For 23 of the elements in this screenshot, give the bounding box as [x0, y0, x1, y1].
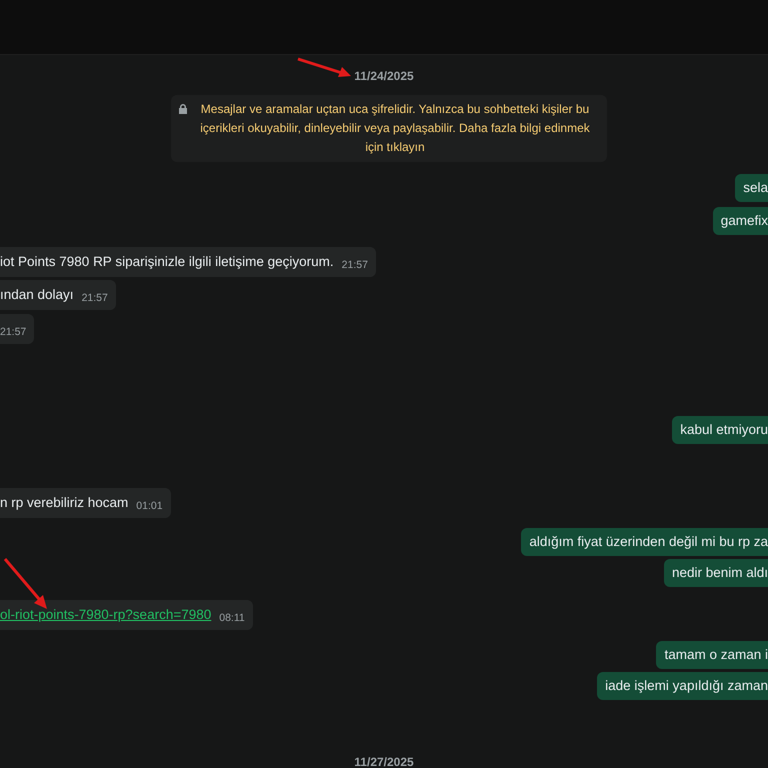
sent-message: tamam o zaman i: [656, 641, 768, 669]
sent-message: sela: [735, 174, 768, 202]
sent-message: iade işlemi yapıldığı zaman: [597, 672, 768, 700]
message-link[interactable]: ol-riot-points-7980-rp?search=7980: [0, 604, 212, 626]
sent-message: aldığım fiyat üzerinden değil mi bu rp za: [521, 528, 768, 556]
message-time: 21:57: [82, 291, 108, 306]
sent-message: kabul etmiyoru: [672, 416, 768, 444]
message-text: iot Points 7980 RP siparişinizle ilgili iletişime geçiyorum.: [0, 252, 334, 271]
notice-text: Mesajlar ve aramalar uçtan uca şifrelidir. Yalnızca bu sohbetteki kişiler bu içerikleri okuyabilir, dinleyebilir veya paylaşabilir. Daha fazla bilgi edinmek için tıklayın: [199, 101, 591, 156]
encryption-notice[interactable]: Mesajlar ve aramalar uçtan uca şifrelidir. Yalnızca bu sohbetteki kişiler bu içerikleri okuyabilir, dinleyebilir veya paylaşabilir. Daha fazla bilgi edinmek için tıklayın: [171, 95, 607, 162]
message-text: n rp verebiliriz hocam: [0, 494, 128, 512]
message-time: 21:57: [0, 325, 26, 340]
message-text: ından dolayı: [0, 286, 74, 304]
date-divider: 11/27/2025: [353, 754, 415, 768]
arrow-icon: [296, 57, 352, 79]
message-time: 01:01: [136, 499, 163, 514]
date-divider: 11/24/2025: [353, 68, 415, 85]
sent-message: gamefix: [712, 207, 768, 235]
sent-message: nedir benim aldı: [664, 559, 768, 587]
lock-icon: [179, 104, 187, 114]
arrow-icon: [3, 557, 49, 611]
message-time: 08:11: [219, 611, 245, 626]
message-time: 21:57: [342, 258, 368, 274]
